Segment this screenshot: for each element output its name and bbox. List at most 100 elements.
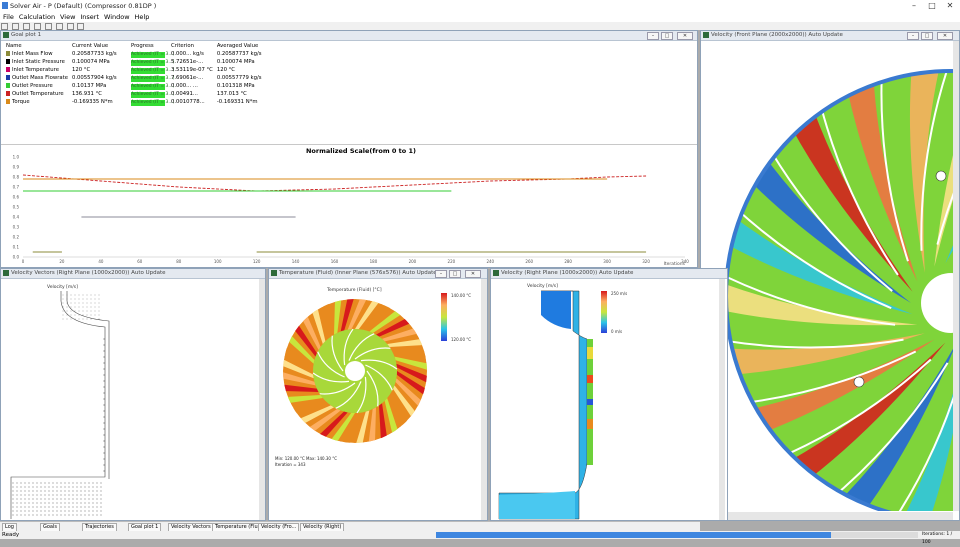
velocity-right-title: Velocity (Right Plane (1000x2000)) Auto … — [501, 270, 634, 276]
vector-glyph — [48, 510, 50, 512]
refresh-icon[interactable] — [33, 23, 41, 30]
vector-glyph — [78, 310, 80, 312]
vector-glyph — [64, 506, 66, 508]
vector-glyph — [44, 498, 46, 500]
menu-window[interactable]: Window — [104, 12, 130, 22]
table-row[interactable]: Outlet Temperature 136.931 °C Achieved (… — [4, 91, 279, 99]
menu-calculation[interactable]: Calculation — [19, 12, 55, 22]
vector-glyph — [76, 506, 78, 508]
vector-glyph — [76, 514, 78, 516]
horizontal-scrollbar[interactable] — [701, 512, 953, 520]
zoom-icon[interactable] — [55, 23, 63, 30]
vel-legend-min: 0 m/s — [611, 329, 622, 334]
goal-criterion: 0.00491... — [171, 91, 198, 98]
table-row[interactable]: Inlet Mass Flow 0.20587733 kg/s Achieved… — [4, 51, 279, 59]
progress-badge: Achieved (IT = 3...) — [131, 84, 175, 91]
vector-glyph — [52, 486, 54, 488]
vector-glyph — [90, 302, 92, 304]
minimize-button[interactable]: – — [906, 1, 922, 11]
minimize-window-icon[interactable]: – — [907, 32, 919, 40]
menu-help[interactable]: Help — [135, 12, 150, 22]
vector-glyph — [84, 498, 86, 500]
table-row[interactable]: Inlet Temperature 120 °C Achieved (IT = … — [4, 67, 279, 75]
vector-glyph — [82, 306, 84, 308]
vertical-scrollbar[interactable] — [719, 279, 725, 520]
insert-plot-icon[interactable] — [44, 23, 52, 30]
vector-glyph — [74, 294, 76, 296]
restore-window-icon[interactable]: □ — [449, 270, 461, 278]
window-icon — [3, 270, 9, 276]
window-icon — [703, 32, 709, 38]
goal-avg: 0.00557779 kg/s — [216, 75, 262, 82]
vector-glyph — [86, 306, 88, 308]
vertical-scrollbar[interactable] — [953, 41, 959, 511]
restore-window-icon[interactable]: □ — [661, 32, 673, 40]
table-row[interactable]: Outlet Pressure 0.10137 MPa Achieved (IT… — [4, 83, 279, 91]
run-icon[interactable] — [1, 23, 8, 30]
menu-view[interactable]: View — [60, 12, 75, 22]
vector-glyph — [82, 314, 84, 316]
vector-glyph — [70, 306, 72, 308]
vector-glyph — [103, 464, 105, 466]
vector-glyph — [82, 294, 84, 296]
vector-glyph — [66, 314, 68, 316]
vector-glyph — [92, 494, 94, 496]
restore-window-icon[interactable]: □ — [921, 32, 933, 40]
vector-glyph — [28, 506, 30, 508]
vertical-scrollbar[interactable] — [481, 279, 487, 520]
vector-glyph — [32, 490, 34, 492]
vector-glyph — [32, 506, 34, 508]
vector-glyph — [12, 486, 14, 488]
menu-file[interactable]: File — [3, 12, 14, 22]
vector-glyph — [84, 494, 86, 496]
goal-avg: 0.100074 MPa — [216, 59, 255, 66]
vector-glyph — [96, 486, 98, 488]
vertical-scrollbar[interactable] — [259, 279, 265, 520]
stop-icon[interactable] — [22, 23, 30, 30]
vector-glyph — [103, 440, 105, 442]
vector-glyph — [103, 368, 105, 370]
vector-glyph — [100, 506, 102, 508]
vector-glyph — [62, 310, 64, 312]
x-tick-label: 80 — [176, 259, 182, 264]
goal-name: Inlet Static Pressure — [12, 59, 65, 66]
vector-glyph — [70, 302, 72, 304]
vector-glyph — [74, 298, 76, 300]
velocity-right-view: Velocity [m/s] 250 m/s 0 m/s — [498, 283, 627, 520]
vector-glyph — [40, 494, 42, 496]
table-row[interactable]: Inlet Static Pressure 0.100074 MPa Achie… — [4, 59, 279, 67]
pause-icon[interactable] — [11, 23, 19, 30]
settings-icon[interactable] — [66, 23, 74, 30]
velocity-front-title: Velocity (Front Plane (2000x2000)) Auto … — [711, 32, 843, 38]
vector-glyph — [78, 294, 80, 296]
vector-glyph — [86, 294, 88, 296]
vector-glyph — [94, 318, 96, 320]
vector-glyph — [103, 386, 105, 388]
minimize-window-icon[interactable]: – — [435, 270, 447, 278]
export-icon[interactable] — [77, 23, 85, 30]
x-tick-label: 200 — [409, 259, 417, 264]
table-row[interactable]: Outlet Mass Flowrate 0.00557904 kg/s Ach… — [4, 75, 279, 83]
vector-glyph — [32, 486, 34, 488]
close-window-icon[interactable]: ✕ — [465, 270, 481, 278]
close-window-icon[interactable]: ✕ — [677, 32, 693, 40]
vector-glyph — [86, 318, 88, 320]
vector-glyph — [40, 482, 42, 484]
vector-glyph — [68, 490, 70, 492]
minimize-window-icon[interactable]: – — [647, 32, 659, 40]
vector-glyph — [62, 298, 64, 300]
vector-glyph — [88, 510, 90, 512]
close-button[interactable]: ✕ — [942, 1, 958, 11]
table-row[interactable]: Torque -0.169335 N*m Achieved (IT = 3...… — [4, 99, 279, 107]
goal-value: 0.10137 MPa — [72, 83, 107, 90]
maximize-button[interactable]: □ — [924, 1, 940, 11]
close-window-icon[interactable]: ✕ — [937, 32, 953, 40]
menu-insert[interactable]: Insert — [80, 12, 99, 22]
toolbar — [0, 22, 960, 30]
temp-legend-min: 120.00 °C — [451, 337, 471, 342]
vector-glyph — [90, 294, 92, 296]
vector-glyph — [76, 490, 78, 492]
vector-glyph — [103, 446, 105, 448]
vector-glyph — [70, 318, 72, 320]
vector-glyph — [92, 502, 94, 504]
